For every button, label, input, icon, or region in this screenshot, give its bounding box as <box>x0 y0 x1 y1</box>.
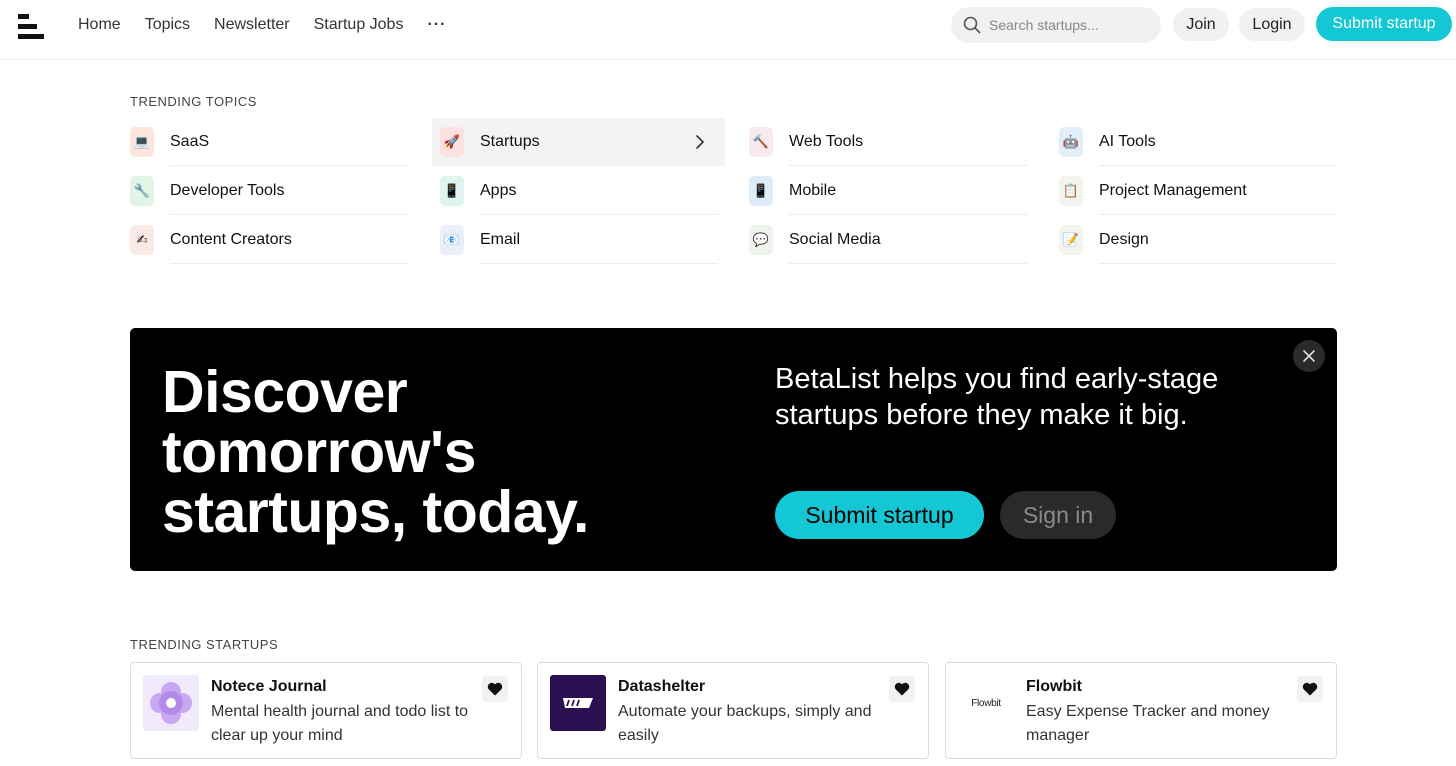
hero-sign-in-button[interactable]: Sign in <box>1000 491 1116 539</box>
topic-label: Developer Tools <box>170 167 408 215</box>
nav-home[interactable]: Home <box>78 16 121 34</box>
search-box[interactable] <box>951 7 1161 43</box>
hero-description: BetaList helps you find early-stage star… <box>775 363 1219 431</box>
top-header: Home Topics Newsletter Startup Jobs ··· … <box>0 0 1456 60</box>
topic-item-web-tools[interactable]: 🔨 Web Tools <box>749 118 1027 166</box>
topic-label: Social Media <box>789 216 1027 264</box>
startup-name[interactable]: Datashelter <box>618 678 705 696</box>
topic-item-mobile[interactable]: 📱 Mobile <box>749 167 1027 215</box>
hero-title: Discover tomorrow's startups, today. <box>162 359 589 545</box>
topic-item-saas[interactable]: 💻 SaaS <box>130 118 408 166</box>
trending-topics-heading: TRENDING TOPICS <box>130 94 257 109</box>
topic-label: Startups <box>480 133 540 150</box>
heart-icon[interactable] <box>482 676 508 702</box>
writing-hand-icon: ✍ <box>130 225 154 255</box>
nav-topics[interactable]: Topics <box>145 16 190 34</box>
topic-label: Mobile <box>789 167 1027 215</box>
main-nav: Home Topics Newsletter Startup Jobs ··· <box>78 0 446 50</box>
topic-label: Apps <box>480 167 718 215</box>
topic-item-content-creators[interactable]: ✍ Content Creators <box>130 216 408 264</box>
join-button[interactable]: Join <box>1173 8 1229 41</box>
topic-label: Web Tools <box>789 118 1027 166</box>
chevron-right-icon <box>695 135 705 154</box>
hero-banner: Discover tomorrow's startups, today. Bet… <box>130 328 1337 571</box>
startup-name[interactable]: Notece Journal <box>211 678 327 696</box>
trending-startups-heading: TRENDING STARTUPS <box>130 637 279 652</box>
topic-item-email[interactable]: 📧 Email <box>440 216 718 264</box>
phone-icon: 📱 <box>440 176 464 206</box>
login-button[interactable]: Login <box>1239 8 1305 41</box>
wrench-icon: 🔧 <box>130 176 154 206</box>
topic-label: AI Tools <box>1099 118 1337 166</box>
topic-label: Project Management <box>1099 167 1337 215</box>
search-input[interactable] <box>989 17 1149 33</box>
pencil-paper-icon: 📝 <box>1059 225 1083 255</box>
envelope-icon: 📧 <box>440 225 464 255</box>
topic-item-apps[interactable]: 📱 Apps <box>440 167 718 215</box>
nav-startup-jobs[interactable]: Startup Jobs <box>314 16 404 34</box>
submit-startup-button[interactable]: Submit startup <box>1316 7 1452 41</box>
rocket-icon: 🚀 <box>440 127 464 157</box>
robot-icon: 🤖 <box>1059 127 1083 157</box>
search-icon <box>963 16 981 34</box>
mobile-icon: 📱 <box>749 176 773 206</box>
nav-newsletter[interactable]: Newsletter <box>214 16 290 34</box>
startup-card[interactable]: Notece Journal Mental health journal and… <box>130 662 522 759</box>
datashelter-logo-icon <box>550 675 606 731</box>
startup-card[interactable]: Datashelter Automate your backups, simpl… <box>537 662 929 759</box>
topic-item-developer-tools[interactable]: 🔧 Developer Tools <box>130 167 408 215</box>
topic-item-ai-tools[interactable]: 🤖 AI Tools <box>1059 118 1337 166</box>
startup-card[interactable]: Flowbit Flowbit Easy Expense Tracker and… <box>945 662 1337 759</box>
startup-description: Mental health journal and todo list to c… <box>211 703 469 744</box>
hammer-icon: 🔨 <box>749 127 773 157</box>
flowbit-logo-icon: Flowbit <box>958 675 1014 731</box>
topic-item-project-management[interactable]: 📋 Project Management <box>1059 167 1337 215</box>
startup-description: Easy Expense Tracker and money manager <box>1026 703 1270 744</box>
topic-item-design[interactable]: 📝 Design <box>1059 216 1337 264</box>
topic-label: Content Creators <box>170 216 408 264</box>
heart-icon[interactable] <box>889 676 915 702</box>
laptop-icon: 💻 <box>130 127 154 157</box>
more-menu-button[interactable]: ··· <box>427 16 446 34</box>
betalist-logo-icon[interactable] <box>18 14 44 40</box>
speech-bubble-icon: 💬 <box>749 225 773 255</box>
topic-item-social-media[interactable]: 💬 Social Media <box>749 216 1027 264</box>
flower-logo-icon <box>143 675 199 731</box>
topic-label: Design <box>1099 216 1337 264</box>
hero-submit-startup-button[interactable]: Submit startup <box>775 491 984 539</box>
flowbit-logo-text: Flowbit <box>971 697 1001 709</box>
topic-label: SaaS <box>170 118 408 166</box>
clipboard-icon: 📋 <box>1059 176 1083 206</box>
close-icon[interactable] <box>1293 340 1325 372</box>
startup-name[interactable]: Flowbit <box>1026 678 1082 696</box>
startup-description: Automate your backups, simply and easily <box>618 703 872 744</box>
topic-item-startups[interactable]: 🚀 Startups <box>432 118 725 166</box>
topic-label: Email <box>480 216 718 264</box>
heart-icon[interactable] <box>1297 676 1323 702</box>
